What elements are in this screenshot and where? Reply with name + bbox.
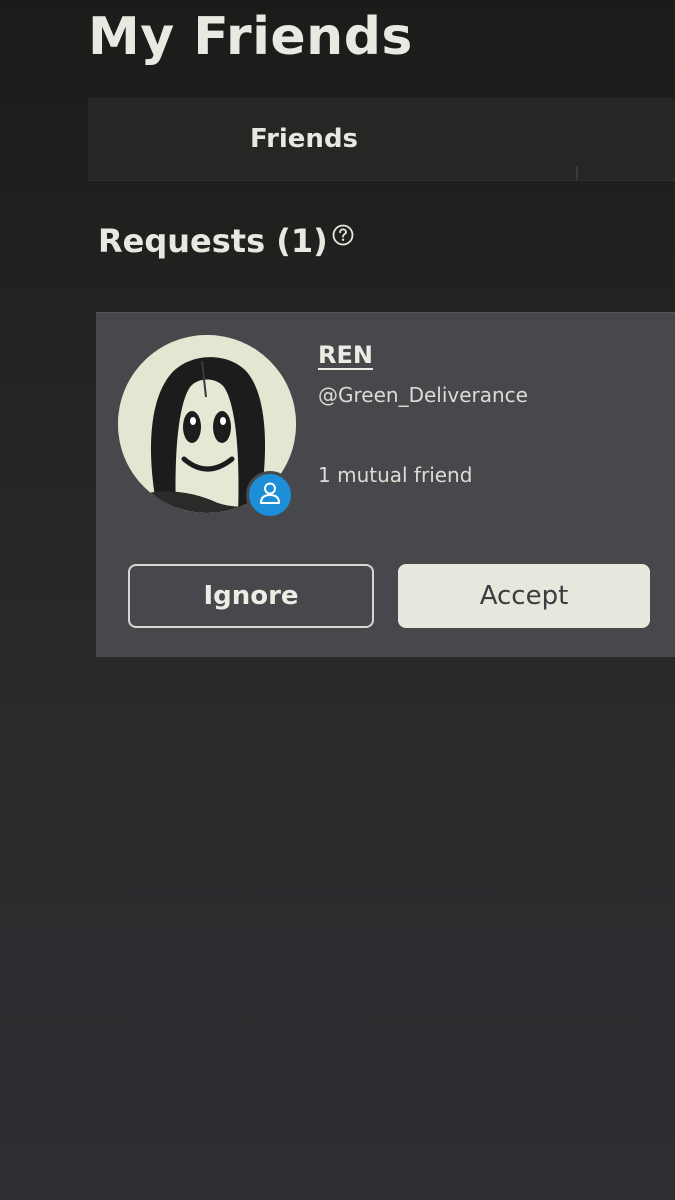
question-circle-icon[interactable] [332, 224, 354, 246]
requests-title: Requests (1) [98, 222, 328, 260]
display-name-link[interactable]: REN [318, 341, 373, 369]
friend-request-card: REN @Green_Deliverance 1 mutual friend I… [96, 312, 675, 657]
mutual-friends-count: 1 mutual friend [318, 463, 473, 487]
accept-button[interactable]: Accept [398, 564, 650, 628]
person-icon [257, 480, 283, 510]
requests-header: Requests (1) [98, 222, 354, 260]
username: @Green_Deliverance [318, 383, 528, 407]
tab-divider [576, 166, 578, 180]
tab-bar: Friends [88, 98, 675, 181]
presence-badge [246, 471, 294, 519]
ignore-button[interactable]: Ignore [128, 564, 374, 628]
page-title: My Friends [88, 7, 413, 67]
tab-friends[interactable]: Friends [88, 98, 520, 180]
